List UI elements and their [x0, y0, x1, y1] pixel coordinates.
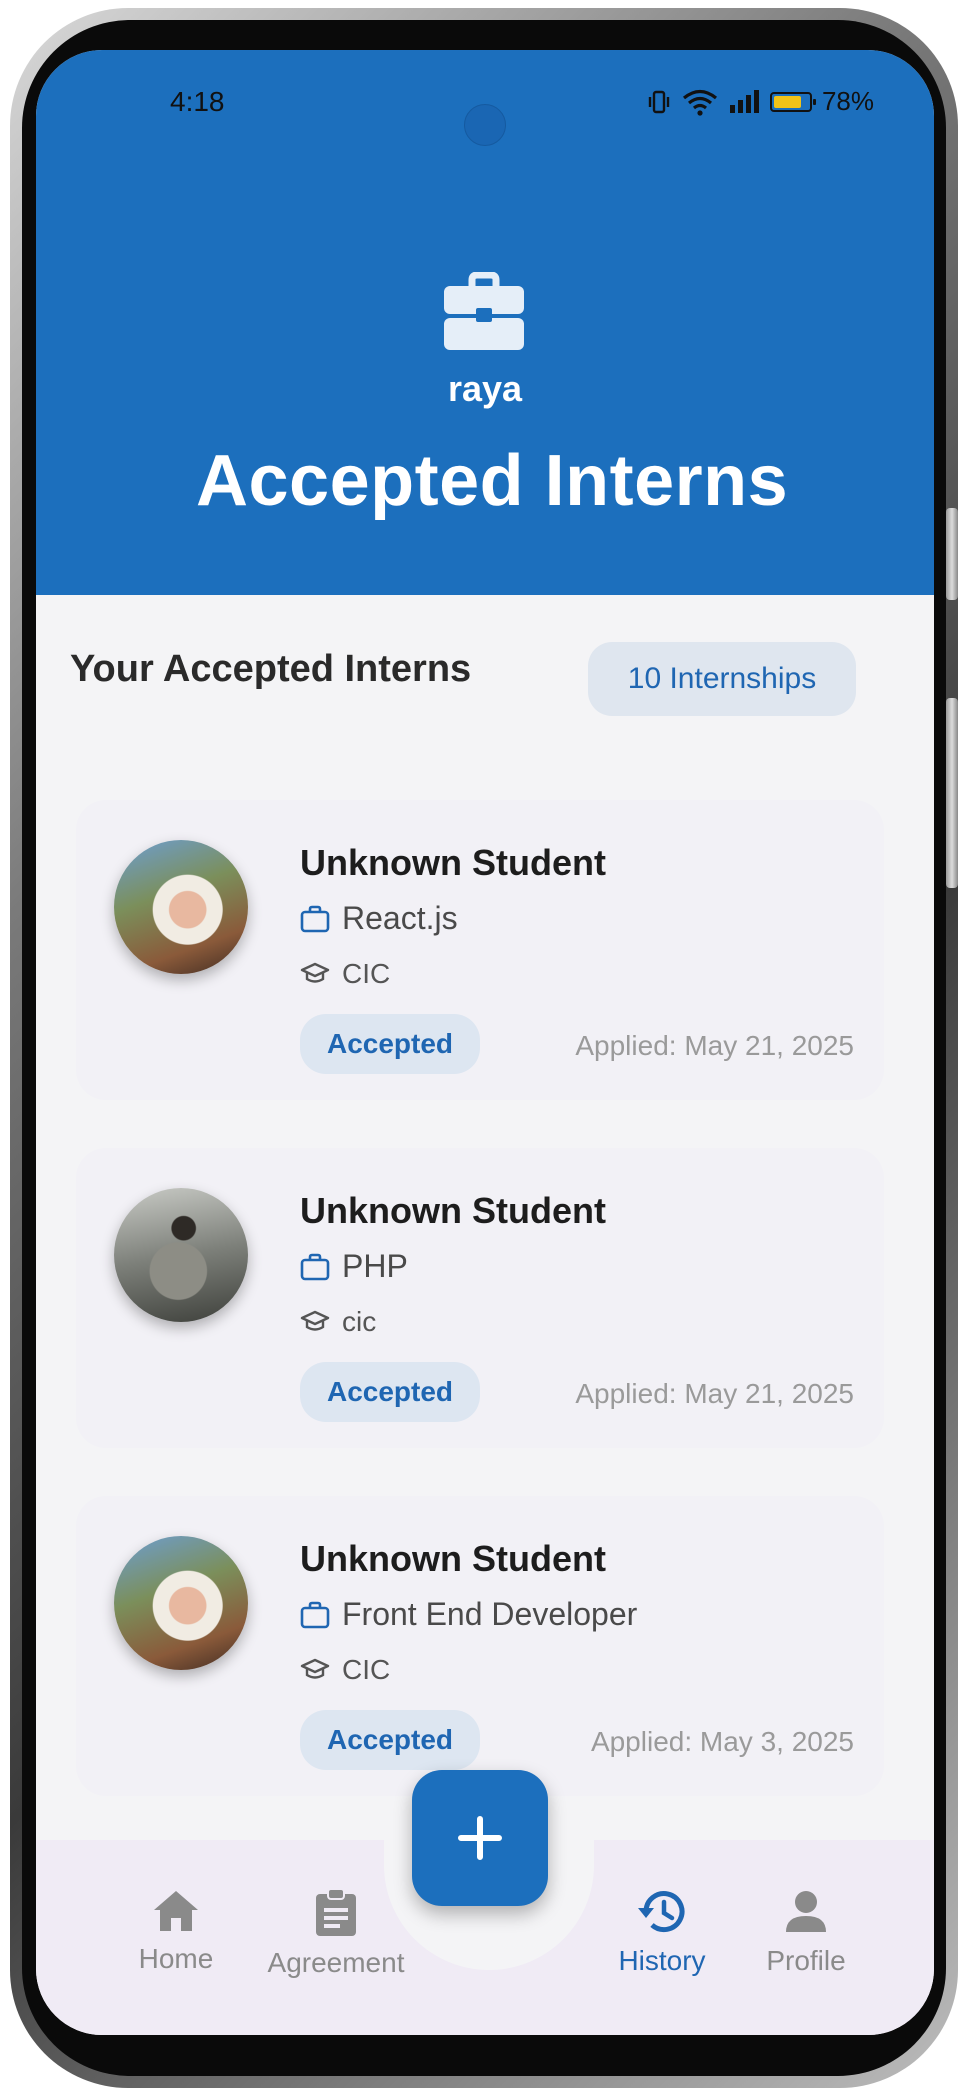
- school-label: cic: [342, 1306, 377, 1337]
- graduation-cap-icon: [300, 1310, 330, 1331]
- school-row: CIC: [300, 1654, 390, 1686]
- app-screen: 4:18 78% raya Accepted Interns Your Acce…: [36, 50, 934, 2035]
- student-name: Unknown Student: [300, 1190, 606, 1231]
- power-button: [946, 698, 958, 888]
- person-icon: [786, 1891, 826, 1932]
- nav-home[interactable]: Home: [86, 1888, 266, 1975]
- briefcase-icon: [300, 1601, 330, 1628]
- applied-date: Applied: May 21, 2025: [575, 1030, 854, 1061]
- internship-count-badge: 10 Internships: [588, 642, 856, 716]
- section-title: Your Accepted Interns: [70, 648, 472, 690]
- status-badge: Accepted: [300, 1362, 480, 1422]
- school-row: CIC: [300, 958, 390, 990]
- history-icon: [638, 1891, 685, 1933]
- status-bar: 4:18 78%: [36, 86, 934, 146]
- nav-profile-label: Profile: [766, 1945, 846, 1976]
- battery-percent: 78%: [821, 86, 874, 116]
- position-row: PHP: [300, 1248, 408, 1285]
- status-badge: Accepted: [300, 1014, 480, 1074]
- school-row: cic: [300, 1306, 376, 1338]
- position-label: PHP: [342, 1248, 408, 1284]
- applied-date: Applied: May 21, 2025: [575, 1378, 854, 1409]
- status-icons: 78%: [646, 86, 874, 117]
- wifi-icon: [682, 89, 717, 116]
- nav-home-label: Home: [138, 1943, 214, 1974]
- plus-icon: [458, 1816, 502, 1860]
- organization-name: raya: [447, 368, 523, 409]
- avatar: [114, 840, 248, 974]
- graduation-cap-icon: [300, 962, 330, 983]
- clipboard-icon: [316, 1888, 356, 1936]
- student-name: Unknown Student: [300, 842, 606, 883]
- avatar: [114, 1536, 248, 1670]
- school-label: CIC: [342, 1654, 391, 1685]
- school-label: CIC: [342, 958, 391, 989]
- volume-button: [946, 508, 958, 600]
- briefcase-icon: [444, 272, 524, 350]
- position-row: React.js: [300, 900, 458, 937]
- vibrate-icon: [648, 90, 670, 113]
- graduation-cap-icon: [300, 1658, 330, 1679]
- status-badge: Accepted: [300, 1710, 480, 1770]
- nav-agreement-label: Agreement: [267, 1947, 405, 1978]
- status-time: 4:18: [170, 86, 225, 117]
- avatar: [114, 1188, 248, 1322]
- position-label: Front End Developer: [342, 1596, 638, 1632]
- applied-date: Applied: May 3, 2025: [590, 1726, 854, 1757]
- intern-card[interactable]: Unknown Student React.js CIC Accepted Ap…: [76, 800, 884, 1100]
- nav-agreement[interactable]: Agreement: [246, 1888, 426, 1979]
- briefcase-icon: [300, 1253, 330, 1280]
- app-header: 4:18 78% raya Accepted Interns: [36, 50, 934, 595]
- briefcase-icon: [300, 905, 330, 932]
- battery-icon: [769, 91, 816, 112]
- home-icon: [154, 1891, 198, 1931]
- student-name: Unknown Student: [300, 1538, 606, 1579]
- intern-card[interactable]: Unknown Student Front End Developer CIC …: [76, 1496, 884, 1796]
- add-button[interactable]: [412, 1770, 548, 1906]
- intern-card[interactable]: Unknown Student PHP cic Accepted Applied…: [76, 1148, 884, 1448]
- signal-icon: [729, 89, 759, 113]
- front-camera: [464, 104, 506, 146]
- page-title: Accepted Interns: [196, 441, 789, 521]
- nav-profile[interactable]: Profile: [716, 1888, 896, 1977]
- position-label: React.js: [342, 900, 458, 936]
- position-row: Front End Developer: [300, 1596, 637, 1633]
